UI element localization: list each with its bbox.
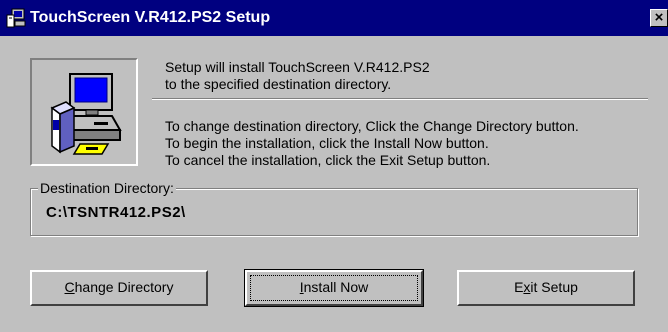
window-title: TouchScreen V.R412.PS2 Setup — [30, 9, 271, 26]
exit-setup-button[interactable]: Exit Setup — [457, 270, 635, 306]
destination-path: C:\TSNTR412.PS2\ — [46, 204, 186, 221]
instruction-line-3: To cancel the installation, click the Ex… — [165, 152, 491, 168]
change-directory-button[interactable]: Change Directory — [30, 270, 208, 306]
computer-setup-icon — [50, 73, 122, 155]
close-button[interactable]: × — [650, 9, 668, 27]
button-label-post: it Setup — [530, 279, 578, 295]
setup-icon-frame — [30, 58, 138, 166]
setup-dialog: TouchScreen V.R412.PS2 Setup × Setup wil… — [0, 0, 668, 332]
instruction-line-1: To change destination directory, Click t… — [165, 118, 579, 134]
intro-line-2: to the specified destination directory. — [165, 76, 392, 92]
button-label-post: hange Directory — [74, 279, 174, 295]
separator — [152, 98, 648, 100]
setup-app-icon — [6, 8, 26, 28]
focus-rectangle — [250, 275, 418, 301]
install-now-button[interactable]: Install Now — [244, 269, 424, 307]
destination-label: Destination Directory: — [38, 180, 176, 196]
button-accelerator: C — [64, 279, 75, 295]
intro-line-1: Setup will install TouchScreen V.R412.PS… — [165, 59, 430, 75]
close-icon: × — [654, 9, 664, 26]
instruction-line-2: To begin the installation, click the Ins… — [165, 135, 489, 151]
title-bar[interactable]: TouchScreen V.R412.PS2 Setup × — [0, 0, 668, 36]
